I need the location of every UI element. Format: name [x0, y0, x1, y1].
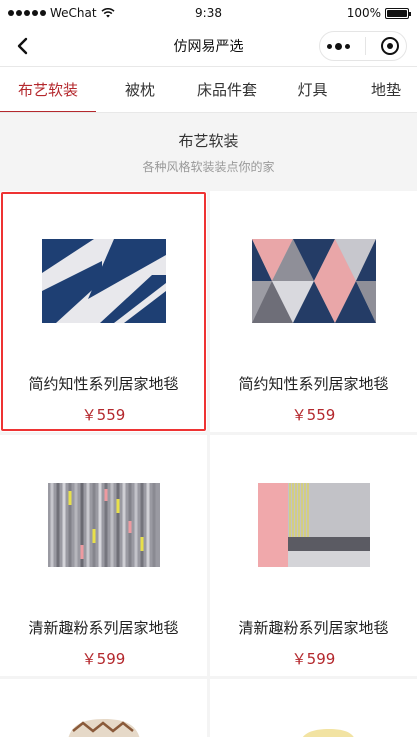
category-title: 布艺软装 [178, 131, 239, 150]
battery-fill [387, 9, 407, 17]
product-price: ￥559 [291, 406, 336, 424]
status-right: 100% [346, 6, 411, 20]
tab-label: 地垫 [370, 81, 401, 99]
product-name: 简约知性系列居家地毯 [238, 375, 389, 393]
tab-label: 被枕 [124, 81, 155, 99]
product-grid: 简约知性系列居家地毯 ￥559 简约知性系列居家地毯 ￥559 清新趣粉系列居家… [0, 191, 417, 737]
product-image [29, 465, 179, 585]
tab-label: 床品件套 [196, 81, 257, 99]
product-price: ￥599 [81, 650, 126, 668]
product-name: 简约知性系列居家地毯 [28, 375, 179, 393]
product-image [239, 221, 389, 341]
page-title: 仿网易严选 [173, 39, 244, 55]
category-subtitle: 各种风格软装装点你的家 [142, 159, 275, 174]
back-icon[interactable] [10, 34, 34, 58]
battery-percent: 100% [346, 6, 381, 20]
product-card[interactable] [0, 679, 207, 737]
product-image [239, 465, 389, 585]
product-card[interactable]: 清新趣粉系列居家地毯 ￥599 [210, 435, 417, 676]
tab-category-4[interactable]: 地垫 [355, 67, 417, 112]
product-image [29, 221, 179, 341]
tab-label: 布艺软装 [17, 81, 78, 99]
tab-category-1[interactable]: 被枕 [96, 67, 184, 112]
nav-bar: 仿网易严选 [0, 26, 417, 66]
more-icon[interactable] [327, 42, 351, 50]
product-card[interactable]: 清新趣粉系列居家地毯 ￥599 [0, 435, 207, 676]
product-image [29, 709, 179, 737]
product-price: ￥559 [81, 406, 126, 424]
product-card[interactable] [210, 679, 417, 737]
close-mini-program-icon[interactable] [380, 37, 399, 55]
tab-label: 灯具 [297, 81, 328, 99]
status-bar: WeChat 9:38 100% [0, 0, 417, 26]
tab-category-0[interactable]: 布艺软装 [0, 67, 96, 112]
product-name: 清新趣粉系列居家地毯 [28, 619, 179, 637]
battery-icon [385, 7, 411, 19]
product-card[interactable]: 简约知性系列居家地毯 ￥559 [0, 191, 207, 432]
status-time: 9:38 [195, 6, 222, 20]
tab-category-3[interactable]: 灯具 [270, 67, 355, 112]
product-price: ￥599 [291, 650, 336, 668]
product-image [239, 709, 389, 737]
wifi-icon [101, 8, 115, 18]
product-card[interactable]: 简约知性系列居家地毯 ￥559 [210, 191, 417, 432]
status-left: WeChat [8, 6, 115, 20]
product-name: 清新趣粉系列居家地毯 [238, 619, 389, 637]
carrier-label: WeChat [50, 6, 97, 20]
category-header: 布艺软装 各种风格软装装点你的家 [0, 113, 417, 191]
category-tabs: 布艺软装 被枕 床品件套 灯具 地垫 [0, 66, 417, 113]
signal-icon [8, 10, 46, 16]
menu-capsule [319, 31, 407, 61]
capsule-divider [364, 37, 366, 55]
tab-category-2[interactable]: 床品件套 [184, 67, 270, 112]
